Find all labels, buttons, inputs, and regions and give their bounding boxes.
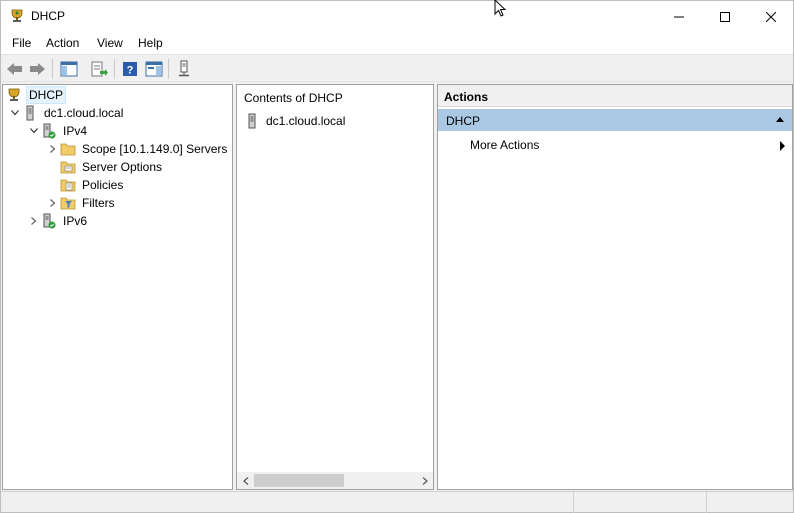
tree-label-filters: Filters <box>82 196 115 210</box>
tree-item-policies[interactable]: Policies <box>60 176 125 194</box>
show-hide-tree-icon[interactable] <box>58 58 80 80</box>
server-options-icon <box>60 159 76 175</box>
toolbar-separator <box>114 59 115 79</box>
content-header: Contents of DHCP <box>244 91 343 105</box>
chevron-right-icon[interactable] <box>46 140 60 158</box>
results-pane[interactable]: Contents of DHCP dc1.cloud.local <box>236 84 434 490</box>
server-icon <box>22 105 38 121</box>
forward-arrow-icon[interactable] <box>26 58 48 80</box>
folder-icon <box>60 141 76 157</box>
tree-label-policies: Policies <box>82 178 124 192</box>
filter-icon <box>60 195 76 211</box>
menu-bar: File Action View Help <box>1 32 793 54</box>
console-tree-pane[interactable]: DHCP dc1.cloud.local IPv4 Scope [10.1.14… <box>2 84 233 490</box>
tree-label-server: dc1.cloud.local <box>44 106 124 120</box>
policies-icon <box>60 177 76 193</box>
tree-item-server-options[interactable]: Server Options <box>60 158 164 176</box>
actions-group-label: DHCP <box>446 114 481 128</box>
minimize-button[interactable] <box>656 1 702 32</box>
mmc-window: DHCP File Action View Help ? DHCP dc1.cl… <box>0 0 794 513</box>
tree-label-scope: Scope [10.1.149.0] Servers <box>82 142 228 156</box>
menu-action[interactable]: Action <box>45 35 80 51</box>
dhcp-app-icon <box>9 8 25 24</box>
ipv6-server-icon <box>41 213 57 229</box>
horizontal-scrollbar[interactable] <box>237 472 433 489</box>
tree-item-ipv6[interactable]: IPv6 <box>27 212 89 230</box>
tree-item-dhcp[interactable]: DHCP <box>6 86 67 104</box>
tree-label-server-options: Server Options <box>82 160 163 174</box>
mouse-cursor-icon <box>494 0 508 18</box>
scroll-left-icon[interactable] <box>237 472 254 489</box>
actions-title: Actions <box>438 85 792 107</box>
chevron-right-icon[interactable] <box>27 212 41 230</box>
close-button[interactable] <box>748 1 794 32</box>
tree-item-server[interactable]: dc1.cloud.local <box>8 104 125 122</box>
window-title: DHCP <box>31 9 66 23</box>
chevron-down-icon[interactable] <box>8 104 22 122</box>
show-hide-action-pane-icon[interactable] <box>143 58 165 80</box>
toolbar-separator <box>168 59 169 79</box>
export-list-icon[interactable] <box>88 58 110 80</box>
tree-label-ipv6: IPv6 <box>63 214 88 228</box>
svg-text:?: ? <box>127 65 134 77</box>
toolbar: ? <box>1 54 793 82</box>
status-bar <box>1 491 793 513</box>
maximize-button[interactable] <box>702 1 748 32</box>
tree-label-ipv4: IPv4 <box>63 124 88 138</box>
tree-label-dhcp: DHCP <box>26 86 67 104</box>
menu-help[interactable]: Help <box>137 35 164 51</box>
dhcp-icon <box>6 87 22 103</box>
submenu-arrow-icon <box>780 141 785 151</box>
back-arrow-icon[interactable] <box>4 58 26 80</box>
status-cell <box>573 492 706 513</box>
scrollbar-thumb[interactable] <box>254 474 344 487</box>
status-cell <box>706 492 793 513</box>
chevron-right-icon[interactable] <box>46 194 60 212</box>
collapse-up-icon[interactable] <box>776 117 784 122</box>
title-bar[interactable]: DHCP <box>1 1 793 32</box>
server-icon <box>244 113 260 129</box>
toolbar-separator <box>52 59 53 79</box>
list-item[interactable]: dc1.cloud.local <box>244 112 347 130</box>
help-icon[interactable]: ? <box>119 58 141 80</box>
menu-file[interactable]: File <box>11 35 32 51</box>
scroll-right-icon[interactable] <box>416 472 433 489</box>
more-actions-item[interactable]: More Actions <box>470 138 539 152</box>
actions-pane: Actions DHCP More Actions <box>437 84 793 490</box>
tree-item-filters[interactable]: Filters <box>46 194 117 212</box>
ipv4-server-icon <box>41 123 57 139</box>
tree-item-ipv4[interactable]: IPv4 <box>27 122 89 140</box>
list-item-label: dc1.cloud.local <box>266 114 346 128</box>
connect-server-icon[interactable] <box>173 58 195 80</box>
tree-item-scope[interactable]: Scope [10.1.149.0] Servers <box>46 140 229 158</box>
actions-group-dhcp[interactable]: DHCP <box>438 109 792 131</box>
menu-view[interactable]: View <box>96 35 124 51</box>
chevron-down-icon[interactable] <box>27 122 41 140</box>
